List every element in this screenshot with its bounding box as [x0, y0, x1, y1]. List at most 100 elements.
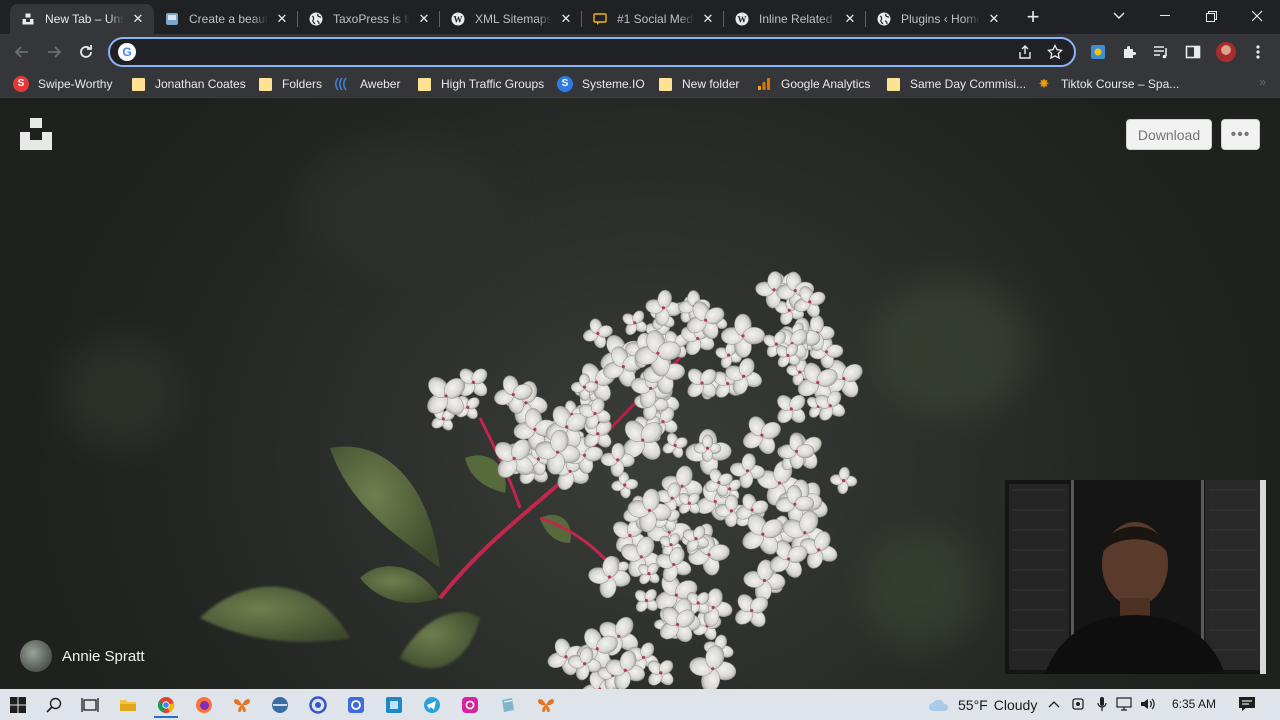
bookmark-label: Systeme.IO — [582, 77, 645, 91]
tab-plugins[interactable]: Plugins ‹ Home ✕ — [866, 4, 1010, 34]
bookmark-new-folder[interactable]: New folder — [657, 74, 739, 94]
tab-xml-sitemaps[interactable]: W XML Sitemaps ✕ — [440, 4, 582, 34]
download-button[interactable]: Download — [1126, 119, 1212, 150]
bookmarks-overflow-button[interactable]: » — [1259, 75, 1266, 89]
reload-button[interactable] — [72, 38, 100, 66]
clock[interactable]: 6:35 AM — [1172, 697, 1216, 711]
address-bar[interactable]: G — [108, 37, 1076, 67]
bookmark-tiktok-course[interactable]: ✸ Tiktok Course – Spa... — [1036, 74, 1180, 94]
bookmark-systeme-io[interactable]: S Systeme.IO — [557, 74, 645, 94]
chrome-taskbar-button[interactable] — [148, 692, 184, 718]
restore-button[interactable] — [1188, 0, 1234, 32]
side-panel-button[interactable] — [1179, 38, 1207, 66]
tab-new-tab[interactable]: New Tab – Unsplash ✕ — [10, 4, 154, 34]
weather-temperature: 55°F — [958, 697, 988, 713]
unsplash-icon — [20, 11, 36, 27]
tab-create-a-beautiful[interactable]: Create a beautiful ✕ — [154, 4, 298, 34]
svg-text:W: W — [454, 15, 463, 25]
bookmark-high-traffic-groups[interactable]: High Traffic Groups — [416, 74, 544, 94]
bookmarks-bar: S Swipe-Worthy Jonathan Coates Folders A… — [0, 70, 1280, 98]
butterfly-app-button[interactable] — [528, 692, 564, 718]
app-button[interactable] — [338, 692, 374, 718]
bookmark-swipe-worthy[interactable]: S Swipe-Worthy — [13, 74, 112, 94]
file-explorer-button[interactable] — [110, 692, 146, 718]
close-tab-icon[interactable]: ✕ — [842, 11, 858, 27]
media-controls-button[interactable] — [1147, 38, 1175, 66]
taskbar-search-button[interactable] — [36, 692, 72, 718]
bookmark-google-analytics[interactable]: Google Analytics — [756, 74, 870, 94]
microphone-button[interactable] — [1094, 696, 1110, 712]
chrome-icon — [158, 697, 175, 713]
butterfly-icon — [538, 699, 554, 713]
windows-taskbar: 55°F Cloudy 6:35 AM — [0, 689, 1280, 720]
search-icon — [46, 697, 62, 713]
folder-icon — [885, 76, 901, 92]
tab-inline-related-posts[interactable]: W Inline Related Posts ✕ — [724, 4, 866, 34]
close-tab-icon[interactable]: ✕ — [130, 11, 146, 27]
volume-button[interactable] — [1140, 696, 1156, 712]
more-options-button[interactable]: ••• — [1221, 119, 1260, 150]
show-hidden-icons-button[interactable] — [1046, 696, 1062, 712]
folder-icon — [657, 76, 673, 92]
bookmark-jonathan-coates[interactable]: Jonathan Coates — [130, 74, 246, 94]
camera-app-icon — [348, 697, 364, 713]
extensions-button[interactable] — [1116, 38, 1144, 66]
share-button[interactable] — [1014, 41, 1036, 63]
webcam-overlay — [1005, 480, 1266, 674]
app-button[interactable] — [376, 692, 412, 718]
puzzle-icon — [1124, 46, 1136, 58]
unsplash-logo[interactable] — [20, 118, 52, 150]
volume-icon — [1141, 698, 1155, 710]
app-button[interactable] — [300, 692, 336, 718]
minimize-button[interactable] — [1142, 0, 1188, 32]
tab-social-media[interactable]: #1 Social Media ✕ — [582, 4, 724, 34]
address-input[interactable] — [144, 40, 1014, 64]
profile-button[interactable] — [1212, 38, 1240, 66]
tab-search-button[interactable] — [1096, 0, 1142, 32]
app-button[interactable] — [262, 692, 298, 718]
extension-button[interactable] — [1084, 38, 1112, 66]
close-tab-icon[interactable]: ✕ — [274, 11, 290, 27]
butterfly-app-button[interactable] — [224, 692, 260, 718]
start-button[interactable] — [0, 692, 36, 718]
telegram-button[interactable] — [414, 692, 450, 718]
wordpress-icon: W — [734, 11, 750, 27]
tab-title: TaxoPress is the — [333, 12, 410, 26]
chrome-menu-button[interactable] — [1244, 38, 1272, 66]
tab-title: Create a beautiful — [189, 12, 268, 26]
tab-title: #1 Social Media — [617, 12, 694, 26]
bookmark-star-button[interactable] — [1044, 41, 1066, 63]
close-tab-icon[interactable]: ✕ — [558, 11, 574, 27]
minimize-icon — [1160, 15, 1170, 16]
hydrangea-floret — [588, 555, 631, 599]
tab-title: New Tab – Unsplash — [45, 12, 124, 26]
app-button[interactable] — [490, 692, 526, 718]
new-tab-page: Download ••• Annie Spratt — [0, 98, 1280, 689]
leaf — [200, 586, 350, 642]
bookmark-aweber[interactable]: Aweber — [335, 74, 400, 94]
tab-taxopress[interactable]: TaxoPress is the ✕ — [298, 4, 440, 34]
telegram-icon — [424, 697, 440, 713]
screen-capture-icon — [1072, 698, 1084, 710]
close-window-button[interactable] — [1234, 0, 1280, 32]
photo-credit[interactable]: Annie Spratt — [20, 640, 145, 672]
new-tab-button[interactable]: + — [1022, 6, 1044, 28]
browser-toolbar: G — [0, 34, 1280, 70]
weather-widget[interactable]: 55°F Cloudy — [928, 694, 1037, 716]
notifications-button[interactable] — [1238, 696, 1256, 712]
firefox-taskbar-button[interactable] — [186, 692, 222, 718]
bookmark-label: Google Analytics — [781, 77, 871, 91]
close-tab-icon[interactable]: ✕ — [700, 11, 716, 27]
network-button[interactable] — [1116, 696, 1132, 712]
close-tab-icon[interactable]: ✕ — [986, 11, 1002, 27]
forward-button[interactable] — [40, 38, 68, 66]
bookmark-folders[interactable]: Folders — [257, 74, 322, 94]
image-icon — [164, 11, 180, 27]
star-icon — [1047, 44, 1063, 60]
back-button[interactable] — [8, 38, 36, 66]
instagram-button[interactable] — [452, 692, 488, 718]
tray-app-button[interactable] — [1070, 696, 1086, 712]
bookmark-same-day-commissions[interactable]: Same Day Commisi... — [885, 74, 1026, 94]
close-tab-icon[interactable]: ✕ — [416, 11, 432, 27]
task-view-button[interactable] — [72, 692, 108, 718]
